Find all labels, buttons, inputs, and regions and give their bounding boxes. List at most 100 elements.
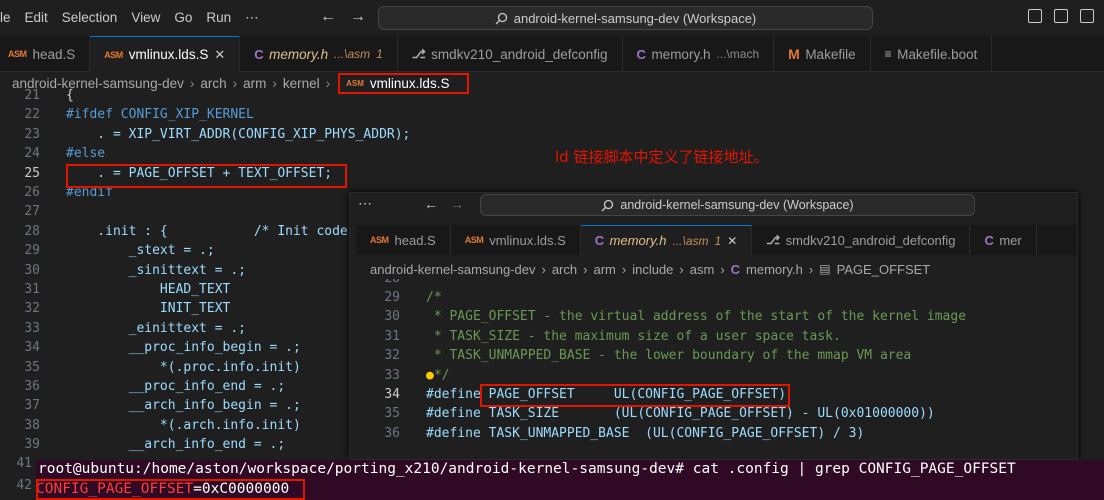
breadcrumb-item[interactable]: memory.h (746, 262, 803, 277)
close-icon[interactable]: ✕ (727, 234, 737, 248)
search-icon (495, 12, 507, 24)
tab-memory-h-mach[interactable]: C memory.h ...\mach (623, 36, 775, 72)
code-text: INIT_TEXT (66, 301, 231, 317)
chevron-right-icon: › (541, 261, 546, 277)
tab-smdkv210-defconfig[interactable]: ⎇ smdkv210_android_defconfig (752, 225, 971, 255)
breadcrumb-item[interactable]: arm (243, 76, 266, 91)
breadcrumb: android-kernel-samsung-dev › arch › arm … (370, 259, 930, 279)
breadcrumb-item[interactable]: arm (593, 262, 615, 277)
command-center-search[interactable]: android-kernel-samsung-dev (Workspace) (378, 6, 873, 30)
title-bar: le Edit Selection View Go Run ⋯ ← → andr… (0, 0, 1104, 36)
chevron-right-icon: › (583, 261, 588, 277)
layout-panel-icon[interactable] (1054, 9, 1068, 23)
breadcrumb-item[interactable]: include (632, 262, 673, 277)
line-number: 41 (16, 456, 32, 471)
line-number: 30 (24, 262, 40, 278)
breadcrumb-item[interactable]: android-kernel-samsung-dev (370, 262, 535, 277)
line-number: 21 (24, 88, 40, 103)
forward-arrow-icon[interactable]: → (450, 196, 464, 212)
tab-vmlinux-lds-s[interactable]: ASM vmlinux.lds.S (451, 225, 581, 255)
c-file-icon: C (730, 261, 741, 277)
chevron-right-icon: › (808, 261, 814, 277)
tab-makefile[interactable]: M Makefile (774, 36, 871, 72)
code-text: * TASK_SIZE - the maximum size of a user… (426, 328, 841, 344)
tab-description: ...\asm (334, 47, 371, 61)
code-text: __arch_info_begin = .; (66, 398, 301, 414)
c-file-icon: C (984, 232, 994, 248)
secondary-editor-window: ⋯ ← → android-kernel-samsung-dev (Worksp… (349, 192, 1078, 460)
code-text: .init : { /* Init code (66, 223, 348, 239)
menu-run[interactable]: Run (199, 0, 238, 36)
tab-memory-h-asm[interactable]: C memory.h ...\asm 1 (240, 36, 398, 72)
annotation-text: ld 链接脚本中定义了链接地址。 (555, 148, 769, 166)
menu-edit[interactable]: Edit (18, 0, 55, 36)
tab-head-s[interactable]: ASM head.S (0, 36, 91, 72)
breadcrumb-file-label: vmlinux.lds.S (369, 75, 450, 91)
tab-label: memory.h (651, 46, 711, 62)
c-file-icon: C (254, 46, 264, 62)
tab-head-s[interactable]: ASM head.S (356, 225, 451, 255)
tab-smdkv210-defconfig[interactable]: ⎇ smdkv210_android_defconfig (398, 36, 623, 72)
chevron-right-icon: › (325, 75, 331, 91)
line-number: 22 (24, 107, 40, 123)
lightbulb-icon[interactable]: ● (426, 368, 434, 383)
asm-file-icon: ASM (8, 49, 27, 59)
code-text: __proc_info_begin = .; (66, 340, 301, 356)
line-number: 26 (24, 185, 40, 200)
back-arrow-icon[interactable]: ← (424, 196, 438, 212)
command-center-search[interactable]: android-kernel-samsung-dev (Workspace) (480, 194, 975, 216)
menu-file[interactable]: le (0, 0, 18, 36)
code-text: _einittext = .; (66, 320, 247, 336)
makefile-icon: M (788, 46, 800, 62)
breadcrumb-file-highlighted[interactable]: ASM vmlinux.lds.S (338, 72, 470, 94)
line-number: 24 (24, 146, 40, 162)
layout-sidebar-right-icon[interactable] (1080, 9, 1094, 23)
secondary-code-editor[interactable]: 28 29 /* 30 * PAGE_OFFSET - the virtual a… (356, 279, 1077, 459)
line-number: 25 (24, 165, 40, 181)
problem-count-badge: 1 (376, 47, 383, 61)
line-number: 27 (24, 204, 40, 220)
code-text: #define TASK_SIZE (UL(CONFIG_PAGE_OFFSET… (426, 406, 935, 422)
menu-view[interactable]: View (124, 0, 167, 36)
code-text: _stext = .; (66, 243, 215, 259)
forward-arrow-icon[interactable]: → (350, 8, 366, 26)
tab-memory-h-mach[interactable]: C mer (970, 225, 1037, 255)
code-text: * PAGE_OFFSET - the virtual address of t… (426, 309, 967, 325)
breadcrumb-item[interactable]: arch (200, 76, 226, 91)
asm-file-icon: ASM (104, 49, 123, 60)
tab-memory-h-asm[interactable]: C memory.h ...\asm 1 ✕ (580, 225, 753, 255)
search-icon (601, 199, 614, 211)
breadcrumb-item[interactable]: asm (690, 262, 715, 277)
tab-label: head.S (394, 232, 436, 248)
menu-selection[interactable]: Selection (55, 0, 125, 36)
nav-arrows: ← → (424, 196, 464, 212)
breadcrumb-item[interactable]: PAGE_OFFSET (837, 262, 931, 277)
text-file-icon: ≡ (884, 47, 892, 61)
asm-file-icon: ASM (346, 78, 364, 88)
tab-makefile-boot[interactable]: ≡ Makefile.boot (871, 36, 993, 72)
more-icon[interactable]: ⋯ (358, 195, 372, 212)
chevron-right-icon: › (272, 75, 277, 91)
tab-label: vmlinux.lds.S (489, 232, 566, 248)
breadcrumb-item[interactable]: arch (552, 262, 577, 277)
close-icon[interactable]: ✕ (214, 47, 225, 63)
chevron-right-icon: › (621, 261, 627, 277)
tab-vmlinux-lds-s[interactable]: ASM vmlinux.lds.S ✕ (90, 36, 241, 72)
line-number: 38 (24, 417, 40, 433)
back-arrow-icon[interactable]: ← (320, 8, 336, 26)
git-file-icon: ⎇ (766, 233, 780, 247)
layout-sidebar-left-icon[interactable] (1028, 9, 1042, 23)
menu-go[interactable]: Go (167, 0, 199, 36)
line-number: 28 (24, 223, 40, 239)
highlight-box (480, 384, 790, 407)
tab-label: mer (999, 232, 1022, 248)
code-text: . = XIP_VIRT_ADDR(CONFIG_XIP_PHYS_ADDR); (66, 126, 411, 142)
breadcrumb-item[interactable]: kernel (283, 76, 320, 91)
tab-label: head.S (32, 46, 76, 62)
tab-description: ...\mach (716, 47, 760, 61)
code-text: *(.arch.info.init) (66, 417, 301, 433)
highlight-box (36, 479, 305, 500)
menu-more[interactable]: ⋯ (238, 0, 266, 36)
tab-label: smdkv210_android_defconfig (785, 232, 956, 248)
line-number: 42 (16, 478, 32, 493)
